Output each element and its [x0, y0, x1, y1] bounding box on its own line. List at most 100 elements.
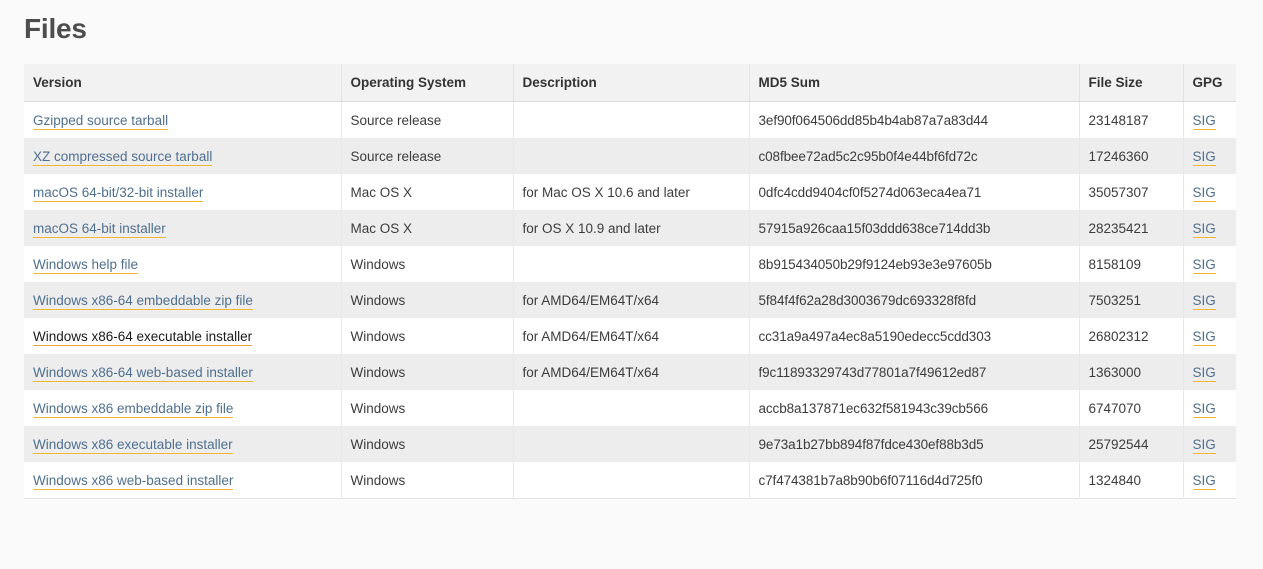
- files-table-wrapper: Version Operating System Description MD5…: [24, 64, 1239, 499]
- cell-version: macOS 64-bit installer: [24, 210, 342, 246]
- cell-md5-sum: c7f474381b7a8b90b6f07116d4d725f0: [749, 462, 1080, 499]
- gpg-signature-link[interactable]: SIG: [1192, 436, 1216, 454]
- cell-operating-system: Windows: [341, 318, 514, 354]
- cell-version: Windows x86 embeddable zip file: [24, 390, 342, 426]
- cell-gpg: SIG: [1183, 426, 1236, 462]
- gpg-signature-link[interactable]: SIG: [1192, 256, 1216, 274]
- cell-description: for AMD64/EM64T/x64: [513, 354, 750, 390]
- cell-file-size: 6747070: [1079, 390, 1184, 426]
- table-row: Gzipped source tarball Source release 3ef9…: [24, 101, 1236, 139]
- table-row: Windows x86-64 embeddable zip file Window…: [24, 282, 1236, 318]
- table-row: XZ compressed source tarball Source relea…: [24, 138, 1236, 174]
- cell-version: Windows x86-64 executable installer: [24, 318, 342, 354]
- download-link[interactable]: Windows x86-64 embeddable zip file: [33, 292, 253, 310]
- page-title: Files: [24, 13, 87, 44]
- column-header-version: Version: [24, 64, 342, 102]
- cell-gpg: SIG: [1183, 282, 1236, 318]
- table-row: Windows x86 embeddable zip file Windows ac…: [24, 390, 1236, 426]
- cell-gpg: SIG: [1183, 246, 1236, 282]
- download-link[interactable]: Windows x86 web-based installer: [33, 472, 234, 490]
- column-header-description: Description: [513, 64, 750, 102]
- gpg-signature-link[interactable]: SIG: [1192, 112, 1216, 130]
- cell-description: [513, 101, 750, 138]
- files-table-header: Version Operating System Description MD5…: [24, 64, 1236, 102]
- gpg-signature-link[interactable]: SIG: [1192, 292, 1216, 310]
- column-header-md5: MD5 Sum: [749, 64, 1080, 102]
- cell-operating-system: Windows: [341, 282, 514, 318]
- cell-operating-system: Windows: [341, 462, 514, 499]
- cell-operating-system: Windows: [341, 354, 514, 390]
- download-link[interactable]: macOS 64-bit/32-bit installer: [33, 184, 204, 202]
- cell-version: Windows x86 executable installer: [24, 426, 342, 462]
- cell-gpg: SIG: [1183, 102, 1236, 139]
- cell-file-size: 8158109: [1079, 246, 1184, 282]
- cell-description: for AMD64/EM64T/x64: [513, 282, 750, 318]
- files-table: Version Operating System Description MD5…: [24, 64, 1236, 499]
- gpg-signature-link[interactable]: SIG: [1192, 220, 1216, 238]
- gpg-signature-link[interactable]: SIG: [1192, 472, 1216, 490]
- cell-operating-system: Windows: [341, 426, 514, 462]
- download-link[interactable]: Windows help file: [33, 256, 139, 274]
- cell-description: [513, 390, 750, 426]
- download-link[interactable]: Windows x86 embeddable zip file: [33, 400, 234, 418]
- download-link[interactable]: Windows x86-64 executable installer: [33, 328, 253, 346]
- cell-md5-sum: 8b915434050b29f9124eb93e3e97605b: [749, 246, 1080, 282]
- column-header-os: Operating System: [341, 64, 514, 102]
- cell-operating-system: Windows: [341, 390, 514, 426]
- download-link[interactable]: macOS 64-bit installer: [33, 220, 166, 238]
- cell-version: Windows x86-64 web-based installer: [24, 354, 342, 390]
- cell-operating-system: Source release: [341, 138, 514, 174]
- cell-md5-sum: cc31a9a497a4ec8a5190edecc5cdd303: [749, 318, 1080, 354]
- cell-gpg: SIG: [1183, 210, 1236, 246]
- gpg-signature-link[interactable]: SIG: [1192, 148, 1216, 166]
- cell-gpg: SIG: [1183, 138, 1236, 174]
- page-container: Files Version Operating System Descripti…: [0, 0, 1263, 499]
- cell-file-size: 1363000: [1079, 354, 1184, 390]
- cell-gpg: SIG: [1183, 354, 1236, 390]
- cell-description: [513, 426, 750, 462]
- column-header-size: File Size: [1079, 64, 1184, 102]
- cell-description: [513, 246, 750, 282]
- cell-md5-sum: 57915a926caa15f03ddd638ce714dd3b: [749, 210, 1080, 246]
- cell-operating-system: Mac OS X: [341, 210, 514, 246]
- table-row: macOS 64-bit installer Mac OS Xfor OS X 1…: [24, 210, 1236, 246]
- table-row: Windows x86 executable installer Windows 9…: [24, 426, 1236, 462]
- cell-version: XZ compressed source tarball: [24, 138, 342, 174]
- cell-version: Gzipped source tarball: [24, 101, 342, 138]
- cell-file-size: 1324840: [1079, 462, 1184, 499]
- cell-version: Windows help file: [24, 246, 342, 282]
- cell-version: macOS 64-bit/32-bit installer: [24, 174, 342, 210]
- cell-operating-system: Source release: [341, 101, 514, 138]
- cell-description: for AMD64/EM64T/x64: [513, 318, 750, 354]
- cell-file-size: 25792544: [1079, 426, 1184, 462]
- cell-md5-sum: f9c11893329743d77801a7f49612ed87: [749, 354, 1080, 390]
- table-row: Windows x86 web-based installer Windows c7…: [24, 462, 1236, 499]
- cell-description: for OS X 10.9 and later: [513, 210, 750, 246]
- cell-file-size: 7503251: [1079, 282, 1184, 318]
- cell-file-size: 23148187: [1079, 101, 1184, 138]
- table-row: Windows x86-64 web-based installer Window…: [24, 354, 1236, 390]
- cell-gpg: SIG: [1183, 174, 1236, 210]
- cell-version: Windows x86-64 embeddable zip file: [24, 282, 342, 318]
- gpg-signature-link[interactable]: SIG: [1192, 328, 1216, 346]
- cell-md5-sum: accb8a137871ec632f581943c39cb566: [749, 390, 1080, 426]
- gpg-signature-link[interactable]: SIG: [1192, 184, 1216, 202]
- cell-md5-sum: 3ef90f064506dd85b4b4ab87a7a83d44: [749, 101, 1080, 138]
- cell-md5-sum: 9e73a1b27bb894f87fdce430ef88b3d5: [749, 426, 1080, 462]
- download-link[interactable]: Windows x86-64 web-based installer: [33, 364, 253, 382]
- cell-operating-system: Mac OS X: [341, 174, 514, 210]
- download-link[interactable]: Gzipped source tarball: [33, 112, 169, 130]
- cell-md5-sum: 0dfc4cdd9404cf0f5274d063eca4ea71: [749, 174, 1080, 210]
- cell-operating-system: Windows: [341, 246, 514, 282]
- table-row: Windows x86-64 executable installer Windo…: [24, 318, 1236, 354]
- cell-file-size: 17246360: [1079, 138, 1184, 174]
- cell-description: [513, 138, 750, 174]
- cell-file-size: 28235421: [1079, 210, 1184, 246]
- download-link[interactable]: XZ compressed source tarball: [33, 148, 213, 166]
- gpg-signature-link[interactable]: SIG: [1192, 364, 1216, 382]
- cell-version: Windows x86 web-based installer: [24, 462, 342, 499]
- gpg-signature-link[interactable]: SIG: [1192, 400, 1216, 418]
- cell-gpg: SIG: [1183, 462, 1236, 499]
- cell-file-size: 35057307: [1079, 174, 1184, 210]
- download-link[interactable]: Windows x86 executable installer: [33, 436, 233, 454]
